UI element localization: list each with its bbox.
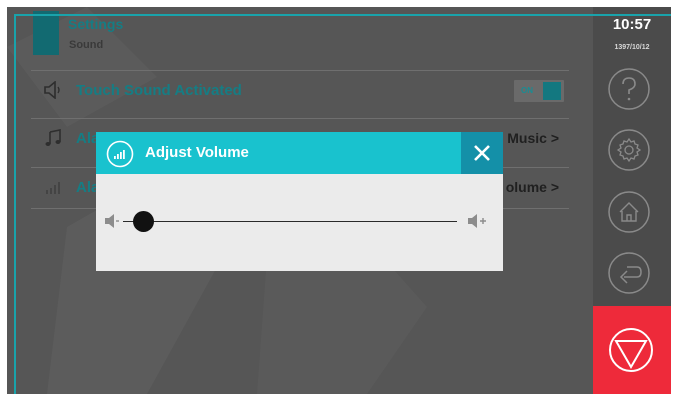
back-icon[interactable] [607, 251, 651, 295]
clock-time: 10:57 [612, 16, 652, 33]
setting-row-touch-sound[interactable]: Touch Sound Activated ON [31, 70, 569, 109]
volume-bars-icon [106, 140, 134, 168]
close-button[interactable] [461, 132, 503, 174]
header-accent-bar [33, 11, 59, 55]
close-icon [474, 145, 490, 161]
clock-date: 1397/10/12 [614, 44, 650, 51]
emergency-stop-button[interactable] [593, 306, 671, 394]
touch-sound-toggle[interactable]: ON [514, 80, 564, 102]
page-subtitle: Sound [69, 39, 104, 51]
speaker-icon [44, 81, 60, 99]
page-title: Settings [68, 16, 124, 32]
setting-value: Music > [507, 130, 559, 146]
volume-min-icon [105, 214, 119, 228]
setting-label: Touch Sound Activated [76, 82, 242, 99]
volume-slider-knob[interactable] [132, 211, 154, 232]
app-screen: Settings Sound Touch Sound Activated ON … [7, 7, 671, 394]
help-icon[interactable] [607, 67, 651, 111]
stop-icon [609, 328, 653, 372]
volume-slider-track[interactable] [123, 221, 457, 222]
toggle-knob [543, 82, 561, 100]
toggle-state-label: ON [521, 86, 533, 95]
gear-icon[interactable] [607, 128, 651, 172]
home-icon[interactable] [607, 190, 651, 234]
adjust-volume-dialog: Adjust Volume [96, 132, 503, 271]
music-note-icon [45, 129, 61, 146]
dialog-title: Adjust Volume [145, 144, 249, 161]
dialog-header: Adjust Volume [96, 132, 503, 174]
volume-max-icon [468, 214, 486, 228]
setting-value: olume > [505, 179, 559, 195]
volume-bars-icon [46, 182, 60, 194]
